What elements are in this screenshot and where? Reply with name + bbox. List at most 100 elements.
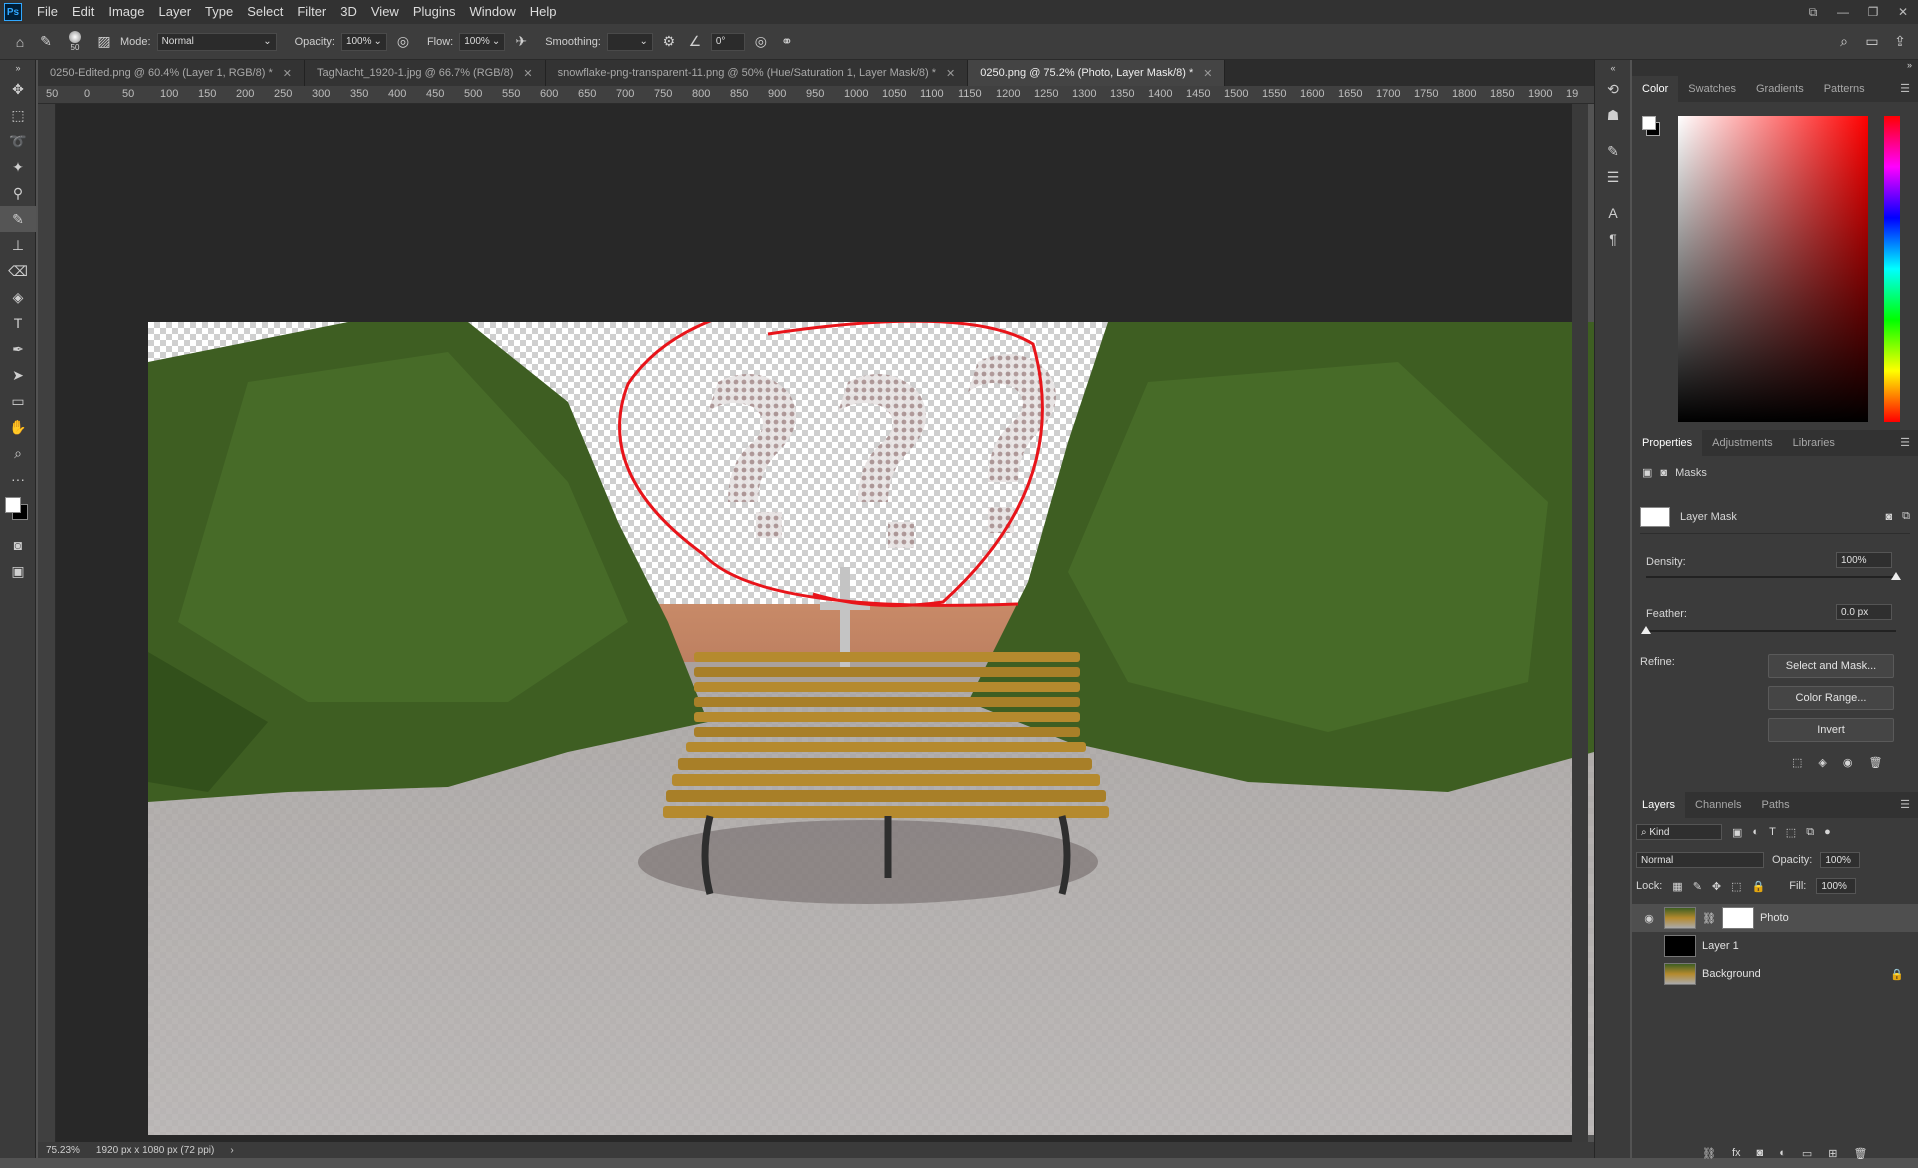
apply-mask-icon[interactable]: ◈ xyxy=(1818,756,1826,769)
invert-button[interactable]: Invert xyxy=(1768,718,1894,742)
document-canvas[interactable] xyxy=(148,322,1594,1135)
search-icon[interactable]: ⌕ xyxy=(1834,32,1854,52)
color-field[interactable] xyxy=(1678,116,1868,422)
smoothing-field[interactable]: ⌄ xyxy=(606,32,653,51)
density-slider[interactable] xyxy=(1646,572,1901,580)
layer-row-photo[interactable]: ◉ ⛓ Photo xyxy=(1632,904,1918,932)
tab-adjustments[interactable]: Adjustments xyxy=(1702,430,1783,456)
filter-smart-object-icon[interactable]: ⧉ xyxy=(1806,826,1814,839)
magic-wand-tool-icon[interactable]: ✦ xyxy=(0,154,36,180)
blend-mode-select[interactable]: Normal xyxy=(1636,852,1764,868)
close-icon[interactable]: ✕ xyxy=(1203,67,1212,80)
stamp-tool-icon[interactable]: ⊥ xyxy=(0,232,36,258)
delete-layer-icon[interactable]: 🗑 xyxy=(1853,1147,1867,1160)
zoom-tool-icon[interactable]: ⌕ xyxy=(0,440,36,466)
character-icon[interactable]: A xyxy=(1595,200,1631,226)
filter-type-icon[interactable]: T xyxy=(1769,826,1776,838)
close-icon[interactable]: ✕ xyxy=(1888,0,1918,24)
lock-artboard-icon[interactable]: ⬚ xyxy=(1731,880,1741,893)
pressure-size-icon[interactable]: ◎ xyxy=(751,32,771,52)
tab-gradients[interactable]: Gradients xyxy=(1746,76,1814,102)
history-icon[interactable]: ⟲ xyxy=(1595,76,1631,102)
menu-window[interactable]: Window xyxy=(462,0,522,24)
layer-row-background[interactable]: Background 🔒 xyxy=(1632,960,1918,988)
tab-paths[interactable]: Paths xyxy=(1752,792,1800,818)
close-icon[interactable]: ✕ xyxy=(523,67,532,80)
adjustments-icon[interactable]: ☰ xyxy=(1595,164,1631,190)
color-swatches[interactable] xyxy=(0,492,35,532)
paragraph-icon[interactable]: ¶ xyxy=(1595,226,1631,252)
plugins-icon[interactable]: ☗ xyxy=(1595,102,1631,128)
adjustment-layer-icon[interactable]: ◐ xyxy=(1779,1147,1786,1160)
panel-collapse-bar[interactable]: » xyxy=(1632,60,1918,76)
filter-shape-icon[interactable]: ⬚ xyxy=(1786,826,1796,839)
apply-pixel-mask-icon[interactable]: ◙ xyxy=(1885,511,1892,523)
brush-tool-icon[interactable]: ✎ xyxy=(0,206,36,232)
menu-file[interactable]: File xyxy=(30,0,65,24)
tab-document-2[interactable]: TagNacht_1920-1.jpg @ 66.7% (RGB/8) ✕ xyxy=(304,60,546,86)
eraser-tool-icon[interactable]: ⌫ xyxy=(0,258,36,284)
load-selection-icon[interactable]: ⬚ xyxy=(1792,756,1802,769)
menu-filter[interactable]: Filter xyxy=(290,0,333,24)
path-select-tool-icon[interactable]: ➤ xyxy=(0,362,36,388)
menu-edit[interactable]: Edit xyxy=(65,0,101,24)
foreground-color-swatch[interactable] xyxy=(1642,116,1656,130)
eyedropper-tool-icon[interactable]: ⚲ xyxy=(0,180,36,206)
brush-settings-icon[interactable]: ✎ xyxy=(1595,138,1631,164)
screen-mode-icon[interactable]: ▣ xyxy=(0,558,36,584)
lock-all-icon[interactable]: 🔒 xyxy=(1752,880,1766,893)
tab-properties[interactable]: Properties xyxy=(1632,430,1703,456)
minimize-icon[interactable]: — xyxy=(1828,0,1858,24)
tab-document-1[interactable]: 0250-Edited.png @ 60.4% (Layer 1, RGB/8)… xyxy=(38,60,305,86)
tab-color[interactable]: Color xyxy=(1632,76,1679,102)
feather-slider[interactable] xyxy=(1641,626,1896,634)
pen-tool-icon[interactable]: ✒ xyxy=(0,336,36,362)
panel-menu-icon[interactable]: ☰ xyxy=(1900,436,1910,449)
mode-select[interactable]: Normal ⌄ xyxy=(156,32,277,51)
feather-slider-thumb[interactable] xyxy=(1641,626,1651,634)
fx-icon[interactable]: fx xyxy=(1732,1147,1741,1160)
eye-icon[interactable]: ◉ xyxy=(1640,912,1658,925)
collapse-icon[interactable]: « xyxy=(1595,60,1631,76)
layer-opacity-field[interactable]: 100% xyxy=(1820,852,1861,868)
pixel-mask-icon[interactable]: ▣ xyxy=(1642,466,1652,479)
collapse-icon[interactable]: » xyxy=(0,60,36,76)
flow-field[interactable]: 100% ⌄ xyxy=(459,32,506,51)
more-tools-icon[interactable]: ··· xyxy=(0,466,36,492)
tab-patterns[interactable]: Patterns xyxy=(1814,76,1875,102)
menu-plugins[interactable]: Plugins xyxy=(406,0,463,24)
tab-document-3[interactable]: snowflake-png-transparent-11.png @ 50% (… xyxy=(545,60,969,86)
menu-image[interactable]: Image xyxy=(101,0,151,24)
density-slider-thumb[interactable] xyxy=(1891,572,1901,580)
new-group-icon[interactable]: ▭ xyxy=(1802,1147,1812,1160)
close-icon[interactable]: ✕ xyxy=(283,67,292,80)
type-tool-icon[interactable]: T xyxy=(0,310,36,336)
menu-layer[interactable]: Layer xyxy=(152,0,199,24)
menu-view[interactable]: View xyxy=(364,0,406,24)
marquee-tool-icon[interactable]: ⬚ xyxy=(0,102,36,128)
menu-3d[interactable]: 3D xyxy=(333,0,364,24)
menu-type[interactable]: Type xyxy=(198,0,240,24)
canvas-area[interactable] xyxy=(56,104,1594,1142)
brush-settings-icon[interactable]: ▨ xyxy=(94,32,114,52)
link-layers-icon[interactable]: ⛓ xyxy=(1702,1147,1716,1160)
airbrush-icon[interactable]: ✈ xyxy=(511,32,531,52)
vertical-scrollbar[interactable] xyxy=(1572,104,1588,1142)
filter-adjustment-icon[interactable]: ◐ xyxy=(1752,826,1759,838)
layer-mask-thumbnail[interactable] xyxy=(1721,907,1754,929)
panel-menu-icon[interactable]: ☰ xyxy=(1900,798,1910,811)
lock-paint-icon[interactable]: ✎ xyxy=(1693,880,1702,893)
link-icon[interactable]: ⛓ xyxy=(1702,912,1716,925)
tab-layers[interactable]: Layers xyxy=(1632,792,1686,818)
pressure-opacity-icon[interactable]: ◎ xyxy=(393,32,413,52)
filter-toggle-icon[interactable]: ● xyxy=(1824,826,1831,838)
color-range-button[interactable]: Color Range... xyxy=(1768,686,1894,710)
home-icon[interactable]: ⌂ xyxy=(10,32,30,52)
fill-field[interactable]: 100% xyxy=(1816,878,1857,894)
restore-icon[interactable]: ❐ xyxy=(1858,0,1888,24)
tab-document-4[interactable]: 0250.png @ 75.2% (Photo, Layer Mask/8) *… xyxy=(968,60,1226,86)
share-icon[interactable]: ⇪ xyxy=(1890,32,1910,52)
hand-tool-icon[interactable]: ✋ xyxy=(0,414,36,440)
symmetry-icon[interactable]: ⚭ xyxy=(777,32,797,52)
brush-preset-picker[interactable]: 50 xyxy=(62,31,88,52)
